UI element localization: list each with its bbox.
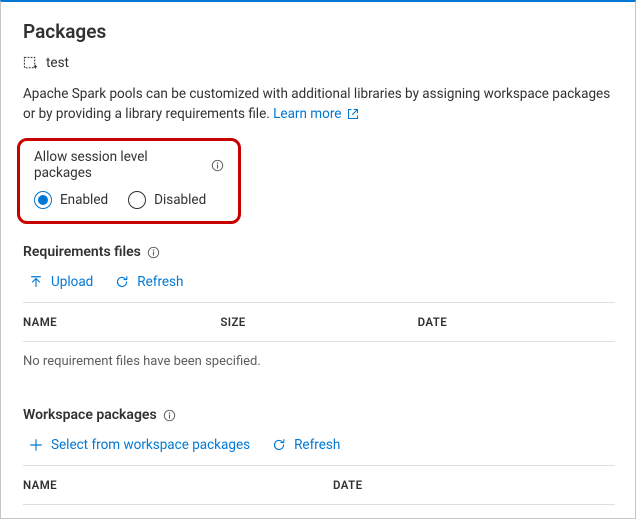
description: Apache Spark pools can be customized wit… [23,85,615,124]
allow-session-label-row: Allow session level packages [34,149,224,181]
requirements-table: NAME SIZE DATE [23,302,615,342]
refresh-icon [272,438,286,452]
workspace-table: NAME DATE [23,465,615,505]
workspace-empty-message: No workspaces packages have been selecte… [23,505,615,519]
requirements-files-section: Requirements files Upload Refresh NAME [23,244,615,381]
allow-session-radio-group: Enabled Disabled [34,191,224,209]
requirements-table-header: NAME SIZE DATE [23,303,615,341]
info-icon[interactable] [147,246,160,259]
radio-disabled-indicator [128,191,146,209]
plus-icon [29,438,43,452]
upload-button[interactable]: Upload [29,274,93,290]
col-size[interactable]: SIZE [220,315,417,329]
info-icon[interactable] [211,159,224,172]
select-from-workspace-button[interactable]: Select from workspace packages [29,437,250,453]
col-date[interactable]: DATE [333,478,615,492]
radio-enabled-indicator [34,191,52,209]
refresh-icon [115,275,129,289]
allow-session-highlight: Allow session level packages Enabled Dis… [17,138,241,224]
refresh-button[interactable]: Refresh [272,437,340,453]
learn-more-link[interactable]: Learn more [273,106,359,122]
radio-enabled[interactable]: Enabled [34,191,108,209]
radio-disabled[interactable]: Disabled [128,191,206,209]
workspace-packages-section: Workspace packages Select from workspace… [23,407,615,519]
requirements-commandbar: Upload Refresh [23,274,615,302]
workspace-table-header: NAME DATE [23,466,615,504]
allow-session-label: Allow session level packages [34,149,205,181]
upload-icon [29,275,43,289]
packages-panel: Packages test Apache Spark pools can be … [0,0,636,519]
page-title: Packages [23,20,615,43]
pool-row: test [23,55,615,71]
col-name[interactable]: NAME [23,478,333,492]
spark-pool-icon [23,56,38,71]
workspace-packages-header: Workspace packages [23,407,615,423]
refresh-button[interactable]: Refresh [115,274,183,290]
open-external-icon [347,108,359,120]
requirements-files-header: Requirements files [23,244,615,260]
col-name[interactable]: NAME [23,315,220,329]
col-date[interactable]: DATE [418,315,615,329]
requirements-empty-message: No requirement files have been specified… [23,342,615,381]
pool-name: test [46,55,69,71]
info-icon[interactable] [163,409,176,422]
workspace-commandbar: Select from workspace packages Refresh [23,437,615,465]
